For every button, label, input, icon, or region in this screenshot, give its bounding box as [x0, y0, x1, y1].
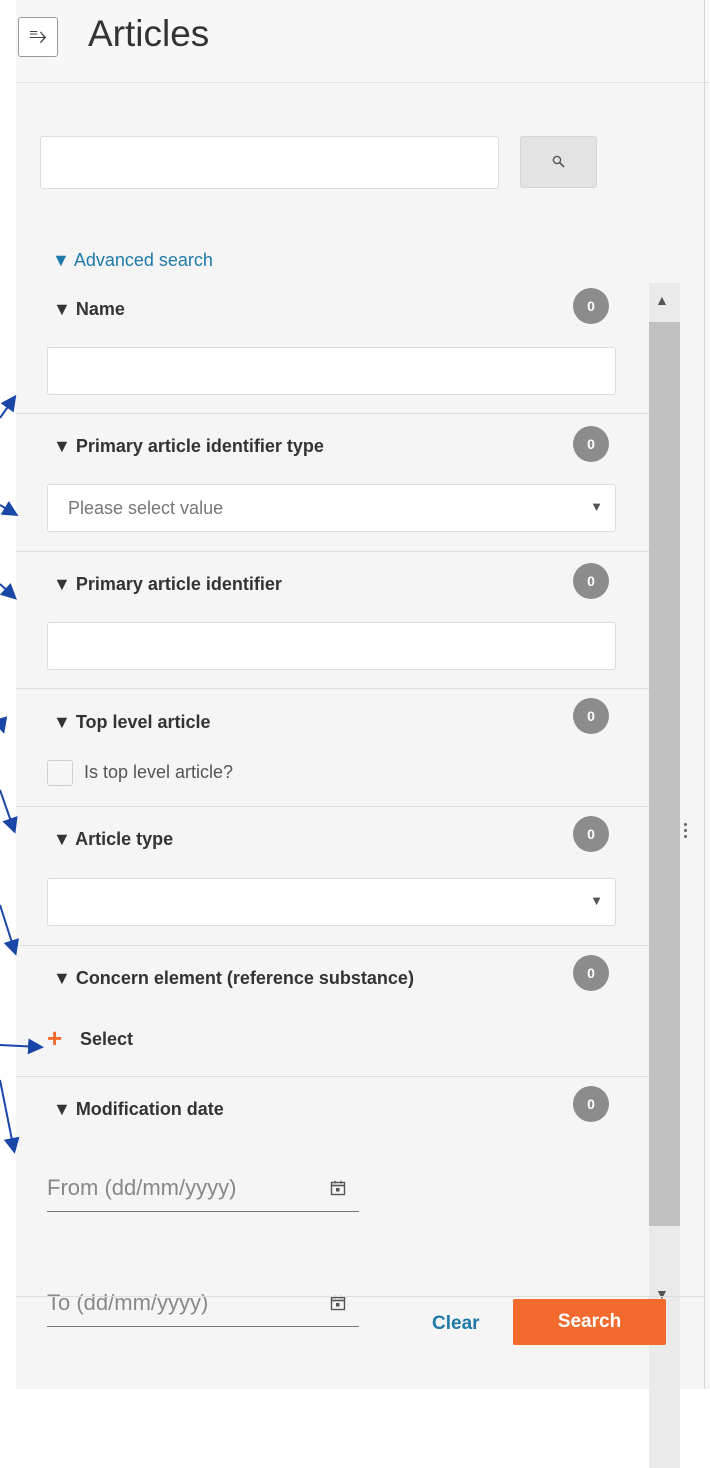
annotation-arrow: [0, 500, 19, 517]
search-button[interactable]: [520, 136, 597, 188]
filter-section-modification-date: ▼ Modification date 0 From (dd/mm/yyyy) …: [16, 1077, 649, 1468]
name-input[interactable]: [47, 347, 616, 395]
filter-title-primary-article-identifier-type[interactable]: ▼ Primary article identifier type: [53, 436, 324, 457]
filter-title-name[interactable]: ▼ Name: [53, 299, 125, 320]
scroll-up-arrow-icon[interactable]: ▲: [655, 292, 669, 308]
caret-down-icon: ▼: [590, 893, 603, 908]
filter-section-primary-article-identifier-type: ▼ Primary article identifier type 0 Plea…: [16, 414, 649, 552]
search-input[interactable]: [40, 136, 499, 189]
annotation-arrows: [0, 394, 44, 1154]
filter-section-primary-article-identifier: ▼ Primary article identifier 0: [16, 552, 649, 689]
primary-article-identifier-input[interactable]: [47, 622, 616, 670]
filter-section-concern-element: ▼ Concern element (reference substance) …: [16, 946, 649, 1077]
filter-count-badge: 0: [573, 288, 609, 324]
search-submit-button[interactable]: Search: [513, 1299, 666, 1345]
annotation-arrow: [0, 716, 8, 734]
annotation-arrow: [0, 1079, 20, 1154]
filter-count-badge: 0: [573, 426, 609, 462]
date-from-placeholder: From (dd/mm/yyyy): [47, 1175, 237, 1200]
annotation-arrow: [0, 394, 17, 419]
filter-section-name: ▼ Name 0: [16, 282, 649, 414]
modification-date-from-field[interactable]: From (dd/mm/yyyy): [47, 1169, 359, 1212]
filter-title-article-type[interactable]: ▼ Article type: [53, 829, 173, 850]
calendar-icon[interactable]: [330, 1295, 346, 1311]
article-type-select[interactable]: ▼: [47, 878, 616, 926]
filter-section-top-level-article: ▼ Top level article 0 Is top level artic…: [16, 689, 649, 807]
filter-section-article-type: ▼ Article type 0 ▼: [16, 807, 649, 946]
page-title: Articles: [88, 13, 210, 54]
primary-article-identifier-type-select[interactable]: Please select value ▼: [47, 484, 616, 532]
panel-divider: [704, 0, 705, 1389]
panel-resize-handle[interactable]: [682, 820, 688, 850]
calendar-icon[interactable]: [330, 1180, 346, 1196]
filter-count-badge: 0: [573, 698, 609, 734]
search-icon: [552, 155, 565, 168]
filter-count-badge: 0: [573, 816, 609, 852]
filter-count-badge: 0: [573, 1086, 609, 1122]
filter-title-top-level-article[interactable]: ▼ Top level article: [53, 712, 211, 733]
caret-down-icon: ▼: [590, 499, 603, 514]
filter-title-concern-element[interactable]: ▼ Concern element (reference substance): [53, 968, 414, 989]
modification-date-to-field[interactable]: To (dd/mm/yyyy): [47, 1284, 359, 1327]
filter-title-modification-date[interactable]: ▼ Modification date: [53, 1099, 224, 1120]
advanced-filters-list: ▼ Name 0 ▼ Primary article identifier ty…: [16, 282, 649, 1468]
annotation-arrow: [0, 904, 19, 956]
checkbox-label: Is top level article?: [84, 762, 234, 782]
date-to-placeholder: To (dd/mm/yyyy): [47, 1290, 209, 1315]
advanced-search-toggle[interactable]: ▼ Advanced search: [52, 250, 213, 271]
annotation-arrow: [0, 582, 17, 600]
annotation-arrow: [0, 789, 18, 834]
page-header: ⥱ Articles: [16, 0, 710, 83]
filter-count-badge: 0: [573, 563, 609, 599]
filters-scrollbar-thumb[interactable]: [649, 322, 680, 1226]
clear-button[interactable]: Clear: [432, 1313, 480, 1335]
filter-title-primary-article-identifier[interactable]: ▼ Primary article identifier: [53, 574, 282, 595]
filter-count-badge: 0: [573, 955, 609, 991]
select-value: Please select value: [68, 497, 224, 518]
footer-divider: [16, 1296, 704, 1297]
concern-element-select-link[interactable]: Select: [80, 1029, 133, 1050]
annotation-arrow: [0, 1038, 44, 1055]
